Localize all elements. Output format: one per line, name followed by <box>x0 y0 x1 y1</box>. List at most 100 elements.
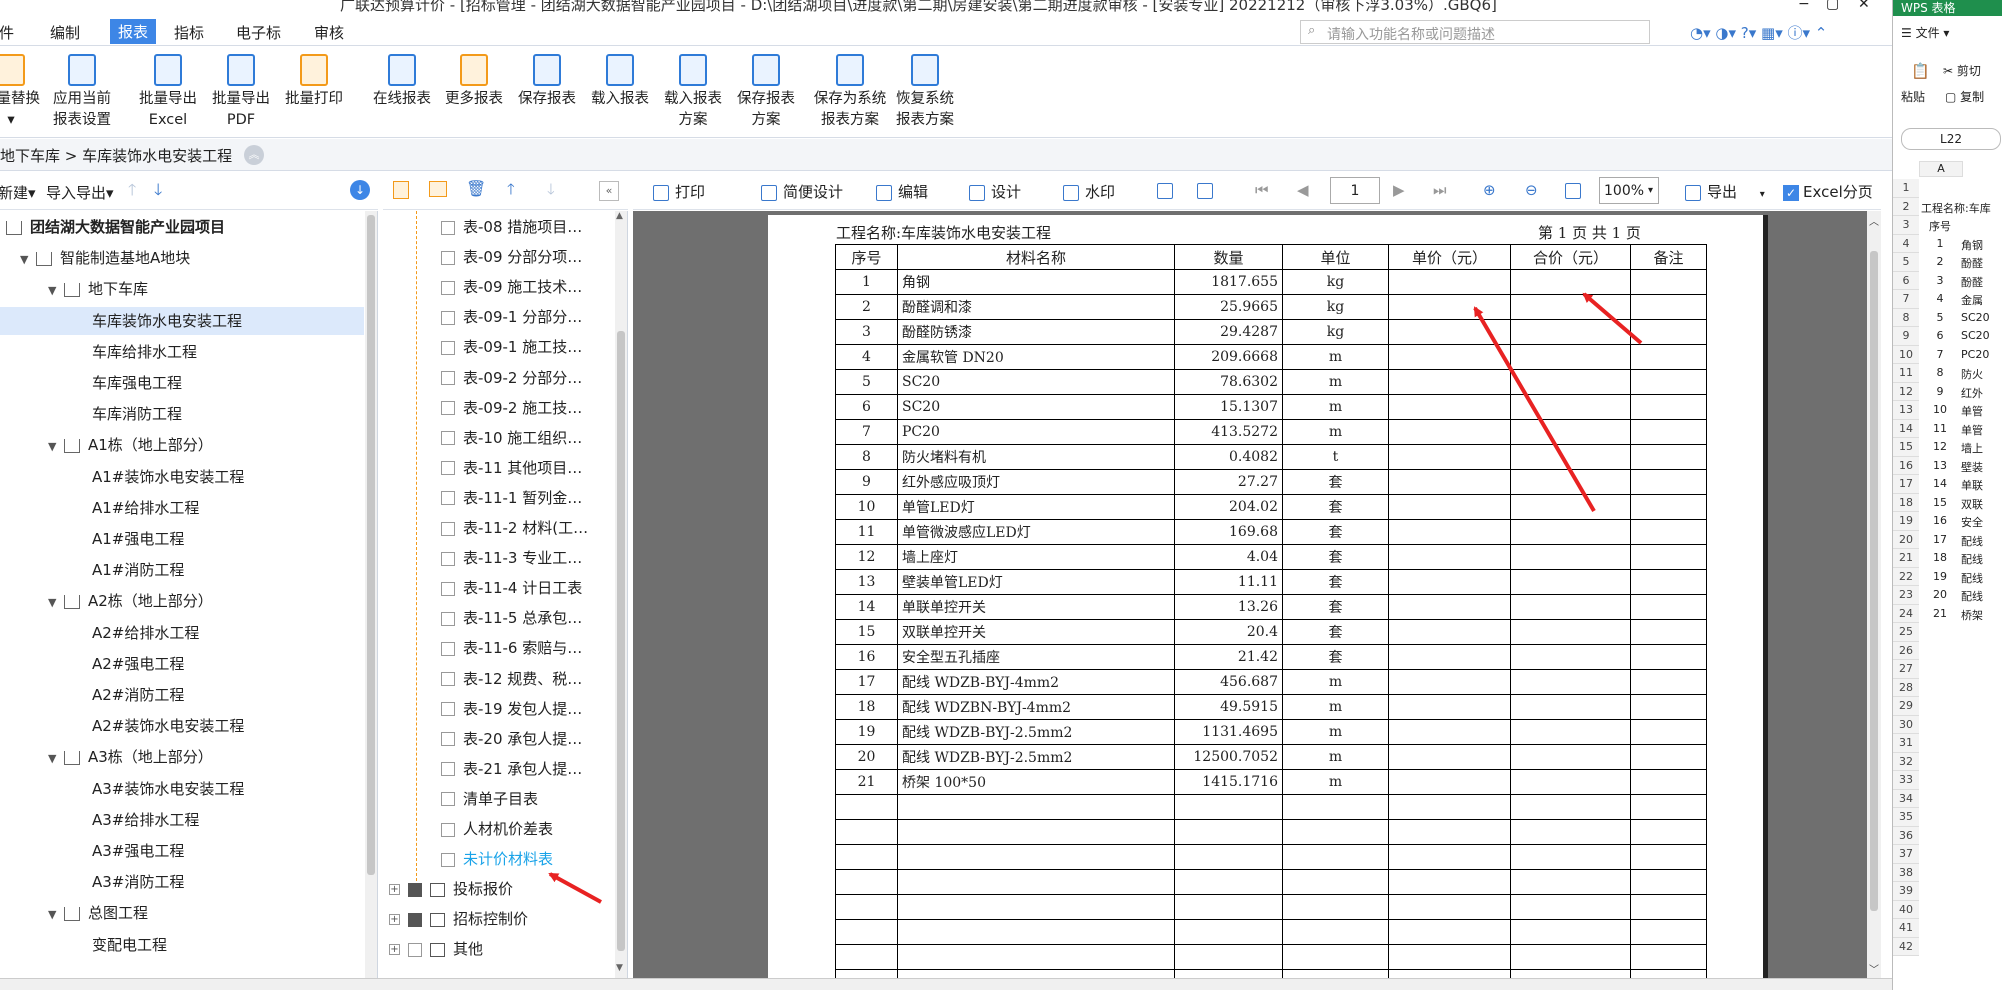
wps-row-header[interactable]: 1 <box>1893 179 1919 198</box>
collapse-icon[interactable]: ︽ <box>244 145 264 165</box>
wps-row-header[interactable]: 7 <box>1893 290 1919 309</box>
tree-node[interactable]: A2#强电工程 <box>0 650 364 678</box>
report-item[interactable]: 表-09-1 施工技… <box>383 333 582 361</box>
tree-node[interactable]: 团结湖大数据智能产业园项目 <box>0 213 364 241</box>
wps-row-header[interactable]: 6 <box>1893 271 1919 290</box>
wps-cell-a[interactable]: 2 <box>1923 255 1957 268</box>
tree-node[interactable]: A1#消防工程 <box>0 556 364 584</box>
wps-cell-a[interactable]: 3 <box>1923 274 1957 287</box>
design-button[interactable]: 设计 <box>969 181 1021 202</box>
wps-cell-a[interactable]: 15 <box>1923 496 1957 509</box>
zoom-in-icon[interactable]: ⊕ <box>1483 181 1496 199</box>
collapse-panel-icon[interactable]: « <box>599 181 619 201</box>
report-checkbox[interactable] <box>441 762 455 777</box>
preview-scroll-thumb[interactable] <box>1870 251 1878 911</box>
wps-row-header[interactable]: 24 <box>1893 604 1919 623</box>
wps-cell-b[interactable]: 桥架 <box>1961 607 2002 623</box>
wps-cell-b[interactable]: 壁装 <box>1961 459 2002 475</box>
wps-cell-b[interactable]: 安全 <box>1961 514 2002 530</box>
report-item[interactable]: 表-11-6 索赔与… <box>383 634 582 662</box>
tree-node[interactable]: A1#强电工程 <box>0 525 364 553</box>
wps-row-header[interactable]: 19 <box>1893 512 1919 531</box>
wps-name-box[interactable]: L22 <box>1901 128 2001 150</box>
tree-node[interactable]: ▼ 总图工程 <box>0 899 364 927</box>
wps-cell-a[interactable]: 8 <box>1923 366 1957 379</box>
tree-node[interactable]: ▼ A1栋（地上部分） <box>0 431 364 459</box>
wps-cell-b[interactable]: 酚醛 <box>1961 274 2002 290</box>
wps-cell-a[interactable]: 21 <box>1923 607 1957 620</box>
wps-cell-a[interactable]: 5 <box>1923 311 1957 324</box>
double-page-icon[interactable] <box>1197 181 1219 199</box>
wps-row-header[interactable]: 25 <box>1893 623 1919 642</box>
prev-page-icon[interactable]: ◀ <box>1297 181 1309 199</box>
wps-row-header[interactable]: 22 <box>1893 567 1919 586</box>
zoom-select[interactable]: 100% ▾ <box>1599 177 1659 204</box>
wps-cell-a[interactable]: 6 <box>1923 329 1957 342</box>
wps-paste-button[interactable]: 粘贴 <box>1901 88 1925 105</box>
report-checkbox[interactable] <box>408 942 422 957</box>
load-report-button[interactable]: 载入报表 <box>585 54 655 110</box>
report-checkbox[interactable] <box>441 852 455 867</box>
report-item[interactable]: 表-11-3 专业工… <box>383 544 582 572</box>
wps-row-header[interactable]: 4 <box>1893 234 1919 253</box>
wps-cell-b[interactable]: 配线 <box>1961 570 2002 586</box>
wps-cell-b[interactable]: 配线 <box>1961 533 2002 549</box>
report-checkbox[interactable] <box>441 551 455 566</box>
scroll-down-icon[interactable]: ﹀ <box>1869 961 1879 976</box>
scroll-up-icon[interactable]: ▲ <box>616 211 623 221</box>
report-item[interactable]: 表-09-2 分部分… <box>383 364 582 392</box>
wps-cell-a[interactable]: 17 <box>1923 533 1957 546</box>
wps-row-header[interactable]: 23 <box>1893 586 1919 605</box>
wps-cell-b[interactable]: 红外 <box>1961 385 2002 401</box>
close-icon[interactable]: ✕ <box>1858 0 1870 12</box>
report-item[interactable]: 表-08 措施项目… <box>383 213 582 241</box>
scroll-up-icon[interactable]: ︿ <box>1869 213 1879 228</box>
expand-toggle-icon[interactable]: ▼ <box>48 901 64 929</box>
simple-design-button[interactable]: 简便设计 <box>761 181 843 202</box>
report-checkbox[interactable] <box>441 340 455 355</box>
wps-cell-a[interactable]: 1 <box>1923 237 1957 250</box>
import-export-button[interactable]: 导入导出▾ <box>46 182 114 203</box>
report-item[interactable]: 表-09 施工技术… <box>383 273 582 301</box>
wps-row-header[interactable]: 31 <box>1893 734 1919 753</box>
wps-row-header[interactable]: 38 <box>1893 863 1919 882</box>
report-checkbox[interactable] <box>441 491 455 506</box>
wps-cell-a[interactable]: 11 <box>1923 422 1957 435</box>
minimize-icon[interactable]: − <box>1798 0 1810 12</box>
report-checkbox[interactable] <box>441 280 455 295</box>
restore-system-scheme-button[interactable]: 恢复系统 报表方案 <box>888 54 962 131</box>
report-item[interactable]: 表-11 其他项目… <box>383 454 582 482</box>
report-item[interactable]: 表-12 规费、税… <box>383 665 582 693</box>
save-as-system-scheme-button[interactable]: 保存为系统 报表方案 <box>810 54 890 131</box>
wps-paste-icon[interactable]: 📋 <box>1911 62 1930 80</box>
wps-cell-b[interactable]: 金属 <box>1961 292 2002 308</box>
scroll-down-icon[interactable]: ▼ <box>616 963 623 973</box>
wps-cell-a[interactable]: 9 <box>1923 385 1957 398</box>
report-item[interactable]: 表-19 发包人提… <box>383 695 582 723</box>
wps-row-header[interactable]: 34 <box>1893 789 1919 808</box>
wps-cell-b[interactable]: 单管 <box>1961 422 2002 438</box>
wps-row-header[interactable]: 10 <box>1893 345 1919 364</box>
wps-cell-b[interactable]: 墙上 <box>1961 440 2002 456</box>
wps-row-header[interactable]: 36 <box>1893 826 1919 845</box>
wps-cell-a[interactable]: 10 <box>1923 403 1957 416</box>
wps-cell-b[interactable]: 角钢 <box>1961 237 2002 253</box>
wps-copy-button[interactable]: ▢ 复制 <box>1945 88 1984 105</box>
report-item[interactable]: 人材机价差表 <box>383 815 553 843</box>
report-checkbox[interactable] <box>408 882 422 897</box>
wps-cell-a[interactable]: 7 <box>1923 348 1957 361</box>
apply-report-settings-button[interactable]: 应用当前 报表设置 <box>47 54 117 131</box>
wps-row-header[interactable]: 20 <box>1893 530 1919 549</box>
load-report-scheme-button[interactable]: 载入报表 方案 <box>658 54 728 131</box>
tree-node[interactable]: 车库消防工程 <box>0 400 364 428</box>
move-up-icon[interactable]: 🡑 <box>507 179 515 204</box>
report-item[interactable]: 表-20 承包人提… <box>383 725 582 753</box>
report-item[interactable]: 表-09-2 施工技… <box>383 394 582 422</box>
wps-row-header[interactable]: 5 <box>1893 253 1919 272</box>
wps-row-header[interactable]: 15 <box>1893 438 1919 457</box>
wps-row-header[interactable]: 32 <box>1893 752 1919 771</box>
tree-node[interactable]: A3#强电工程 <box>0 837 364 865</box>
tree-node[interactable]: ▼ 地下车库 <box>0 275 364 303</box>
expand-plus-icon[interactable]: + <box>389 884 400 896</box>
export-button[interactable]: 导出 ▾ <box>1685 181 1765 202</box>
